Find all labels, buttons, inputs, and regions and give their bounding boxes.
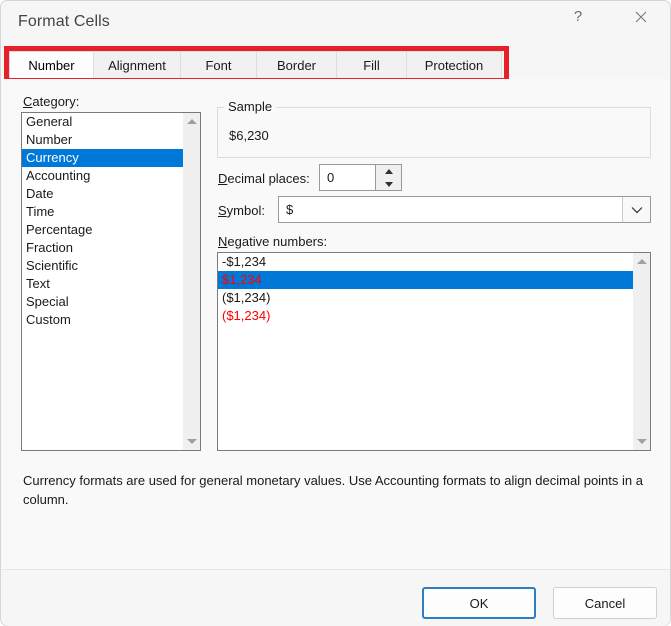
negative-numbers-label-rest: egative numbers: [227, 234, 328, 249]
decimal-places-input[interactable]: 0 [327, 170, 334, 185]
question-mark-icon: ? [573, 8, 583, 25]
symbol-label: Symbol: [218, 203, 265, 218]
sample-value: $6,230 [229, 128, 269, 143]
dialog-footer: OK Cancel [2, 569, 670, 626]
close-button[interactable] [618, 1, 664, 32]
cancel-button[interactable]: Cancel [553, 587, 657, 619]
list-item[interactable]: Percentage [22, 221, 200, 239]
list-item[interactable]: Date [22, 185, 200, 203]
scroll-up-arrow-icon[interactable] [633, 253, 650, 270]
tab-border-label: Border [276, 57, 317, 73]
list-item[interactable]: Text [22, 275, 200, 293]
tab-number-label: Number [28, 57, 75, 73]
symbol-combobox[interactable]: $ [278, 196, 651, 223]
tab-alignment[interactable]: Alignment [94, 51, 181, 79]
list-item[interactable]: Scientific [22, 257, 200, 275]
tab-font[interactable]: Font [181, 51, 257, 79]
negative-numbers-label: Negative numbers: [218, 234, 328, 249]
format-description: Currency formats are used for general mo… [23, 473, 643, 507]
tab-fill[interactable]: Fill [337, 51, 407, 79]
list-item[interactable]: Special [22, 293, 200, 311]
list-item[interactable]: -$1,234 [218, 253, 650, 271]
sample-group-box [217, 107, 651, 158]
list-item[interactable]: Number [22, 131, 200, 149]
list-item[interactable]: $1,234 [218, 271, 650, 289]
cancel-button-label: Cancel [584, 595, 626, 611]
symbol-value: $ [286, 202, 294, 217]
title-bar: Format Cells ? [1, 1, 670, 45]
spinner-up-icon[interactable] [376, 165, 401, 177]
decimal-places-stepper[interactable]: 0 [319, 164, 402, 191]
decimal-places-spin-buttons [375, 165, 401, 190]
list-item[interactable]: ($1,234) [218, 307, 650, 325]
tab-protection[interactable]: Protection [407, 51, 502, 79]
tab-strip: Number Alignment Font Border Fill Protec… [9, 51, 502, 79]
number-tab-panel: Category: General Number Currency Accoun… [2, 79, 670, 569]
category-items: General Number Currency Accounting Date … [22, 113, 200, 329]
ok-button[interactable]: OK [422, 587, 536, 619]
ok-button-label: OK [469, 595, 489, 611]
list-item[interactable]: Currency [22, 149, 200, 167]
help-button[interactable]: ? [555, 1, 601, 32]
list-item[interactable]: Time [22, 203, 200, 221]
dialog-title: Format Cells [18, 13, 110, 30]
list-item[interactable]: ($1,234) [218, 289, 650, 307]
list-item[interactable]: General [22, 113, 200, 131]
tab-protection-label: Protection [424, 57, 484, 73]
scroll-down-arrow-icon[interactable] [633, 433, 650, 450]
sample-legend: Sample [224, 99, 277, 114]
decimal-places-label: Decimal places: [218, 171, 310, 186]
chevron-down-icon[interactable] [622, 197, 650, 222]
tab-font-label: Font [205, 57, 232, 73]
category-label-rest: ategory: [32, 94, 80, 109]
negative-numbers-scrollbar[interactable] [633, 253, 650, 450]
category-listbox[interactable]: General Number Currency Accounting Date … [21, 112, 201, 451]
scroll-up-arrow-icon[interactable] [183, 113, 200, 130]
category-label: Category: [23, 94, 80, 109]
negative-numbers-items: -$1,234 $1,234 ($1,234) ($1,234) [218, 253, 650, 325]
decimal-places-label-rest: ecimal places: [227, 171, 310, 186]
tab-border[interactable]: Border [257, 51, 337, 79]
list-item[interactable]: Custom [22, 311, 200, 329]
format-cells-dialog: Format Cells ? Number Alignment Font Bor… [0, 0, 671, 626]
tab-fill-label: Fill [363, 57, 380, 73]
symbol-label-rest: ymbol: [226, 203, 265, 218]
list-item[interactable]: Accounting [22, 167, 200, 185]
scroll-down-arrow-icon[interactable] [183, 433, 200, 450]
close-icon [635, 11, 647, 23]
negative-numbers-listbox[interactable]: -$1,234 $1,234 ($1,234) ($1,234) [217, 252, 651, 451]
category-scrollbar[interactable] [183, 113, 200, 450]
list-item[interactable]: Fraction [22, 239, 200, 257]
spinner-down-icon[interactable] [376, 178, 401, 190]
tab-number[interactable]: Number [9, 51, 94, 79]
tab-alignment-label: Alignment [108, 57, 166, 73]
